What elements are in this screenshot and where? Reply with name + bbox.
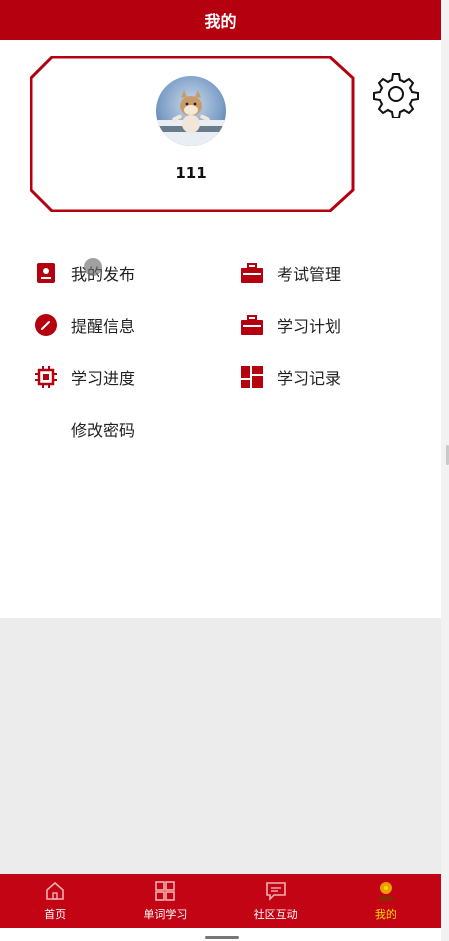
bottom-tab-bar: 首页 单词学习 社区互动 我的 [0, 874, 441, 928]
menu-item-label: 学习进度 [71, 369, 136, 388]
tab-label: 首页 [44, 908, 67, 921]
settings-gear-icon[interactable] [372, 70, 420, 119]
user-icon [377, 882, 394, 901]
menu-item-change-password[interactable]: 修改密码 [35, 414, 135, 444]
menu-item-label: 学习记录 [277, 369, 342, 388]
edit-circle-icon [35, 314, 57, 336]
avatar[interactable] [156, 76, 226, 146]
briefcase-icon [241, 314, 263, 336]
page-header: 我的 [0, 0, 441, 40]
menu-item-study-progress[interactable]: 学习进度 [35, 362, 135, 392]
menu-item-label: 修改密码 [71, 421, 136, 440]
menu-item-label: 提醒信息 [71, 317, 136, 336]
tab-label: 社区互动 [253, 908, 298, 921]
menu-item-label: 我的发布 [71, 265, 136, 284]
tab-label: 单词学习 [143, 908, 188, 921]
home-icon [46, 881, 64, 900]
chip-icon [35, 366, 57, 388]
home-indicator[interactable] [205, 936, 239, 939]
touch-indicator [84, 258, 102, 276]
menu-item-study-records[interactable]: 学习记录 [241, 362, 341, 392]
empty-content-area [0, 618, 441, 874]
right-edge-strip [441, 0, 449, 941]
username: 111 [175, 164, 207, 182]
menu-item-label: 考试管理 [277, 265, 342, 284]
tab-community[interactable]: 社区互动 [221, 874, 331, 928]
menu-item-study-plan[interactable]: 学习计划 [241, 310, 341, 340]
system-nav-area [0, 928, 441, 941]
tab-word-study[interactable]: 单词学习 [110, 874, 220, 928]
tab-mine[interactable]: 我的 [331, 874, 441, 928]
document-icon [35, 262, 57, 284]
briefcase-icon [241, 262, 263, 284]
chat-icon [265, 882, 286, 901]
grid-icon [241, 366, 263, 388]
menu-item-label: 学习计划 [277, 317, 342, 336]
menu-item-reminders[interactable]: 提醒信息 [35, 310, 135, 340]
tab-label: 我的 [374, 908, 397, 921]
grid-icon [155, 881, 176, 901]
profile-card[interactable]: 111 [30, 56, 355, 212]
menu-item-exam-management[interactable]: 考试管理 [241, 258, 341, 288]
page-title: 我的 [204, 12, 237, 31]
tab-home[interactable]: 首页 [0, 874, 110, 928]
